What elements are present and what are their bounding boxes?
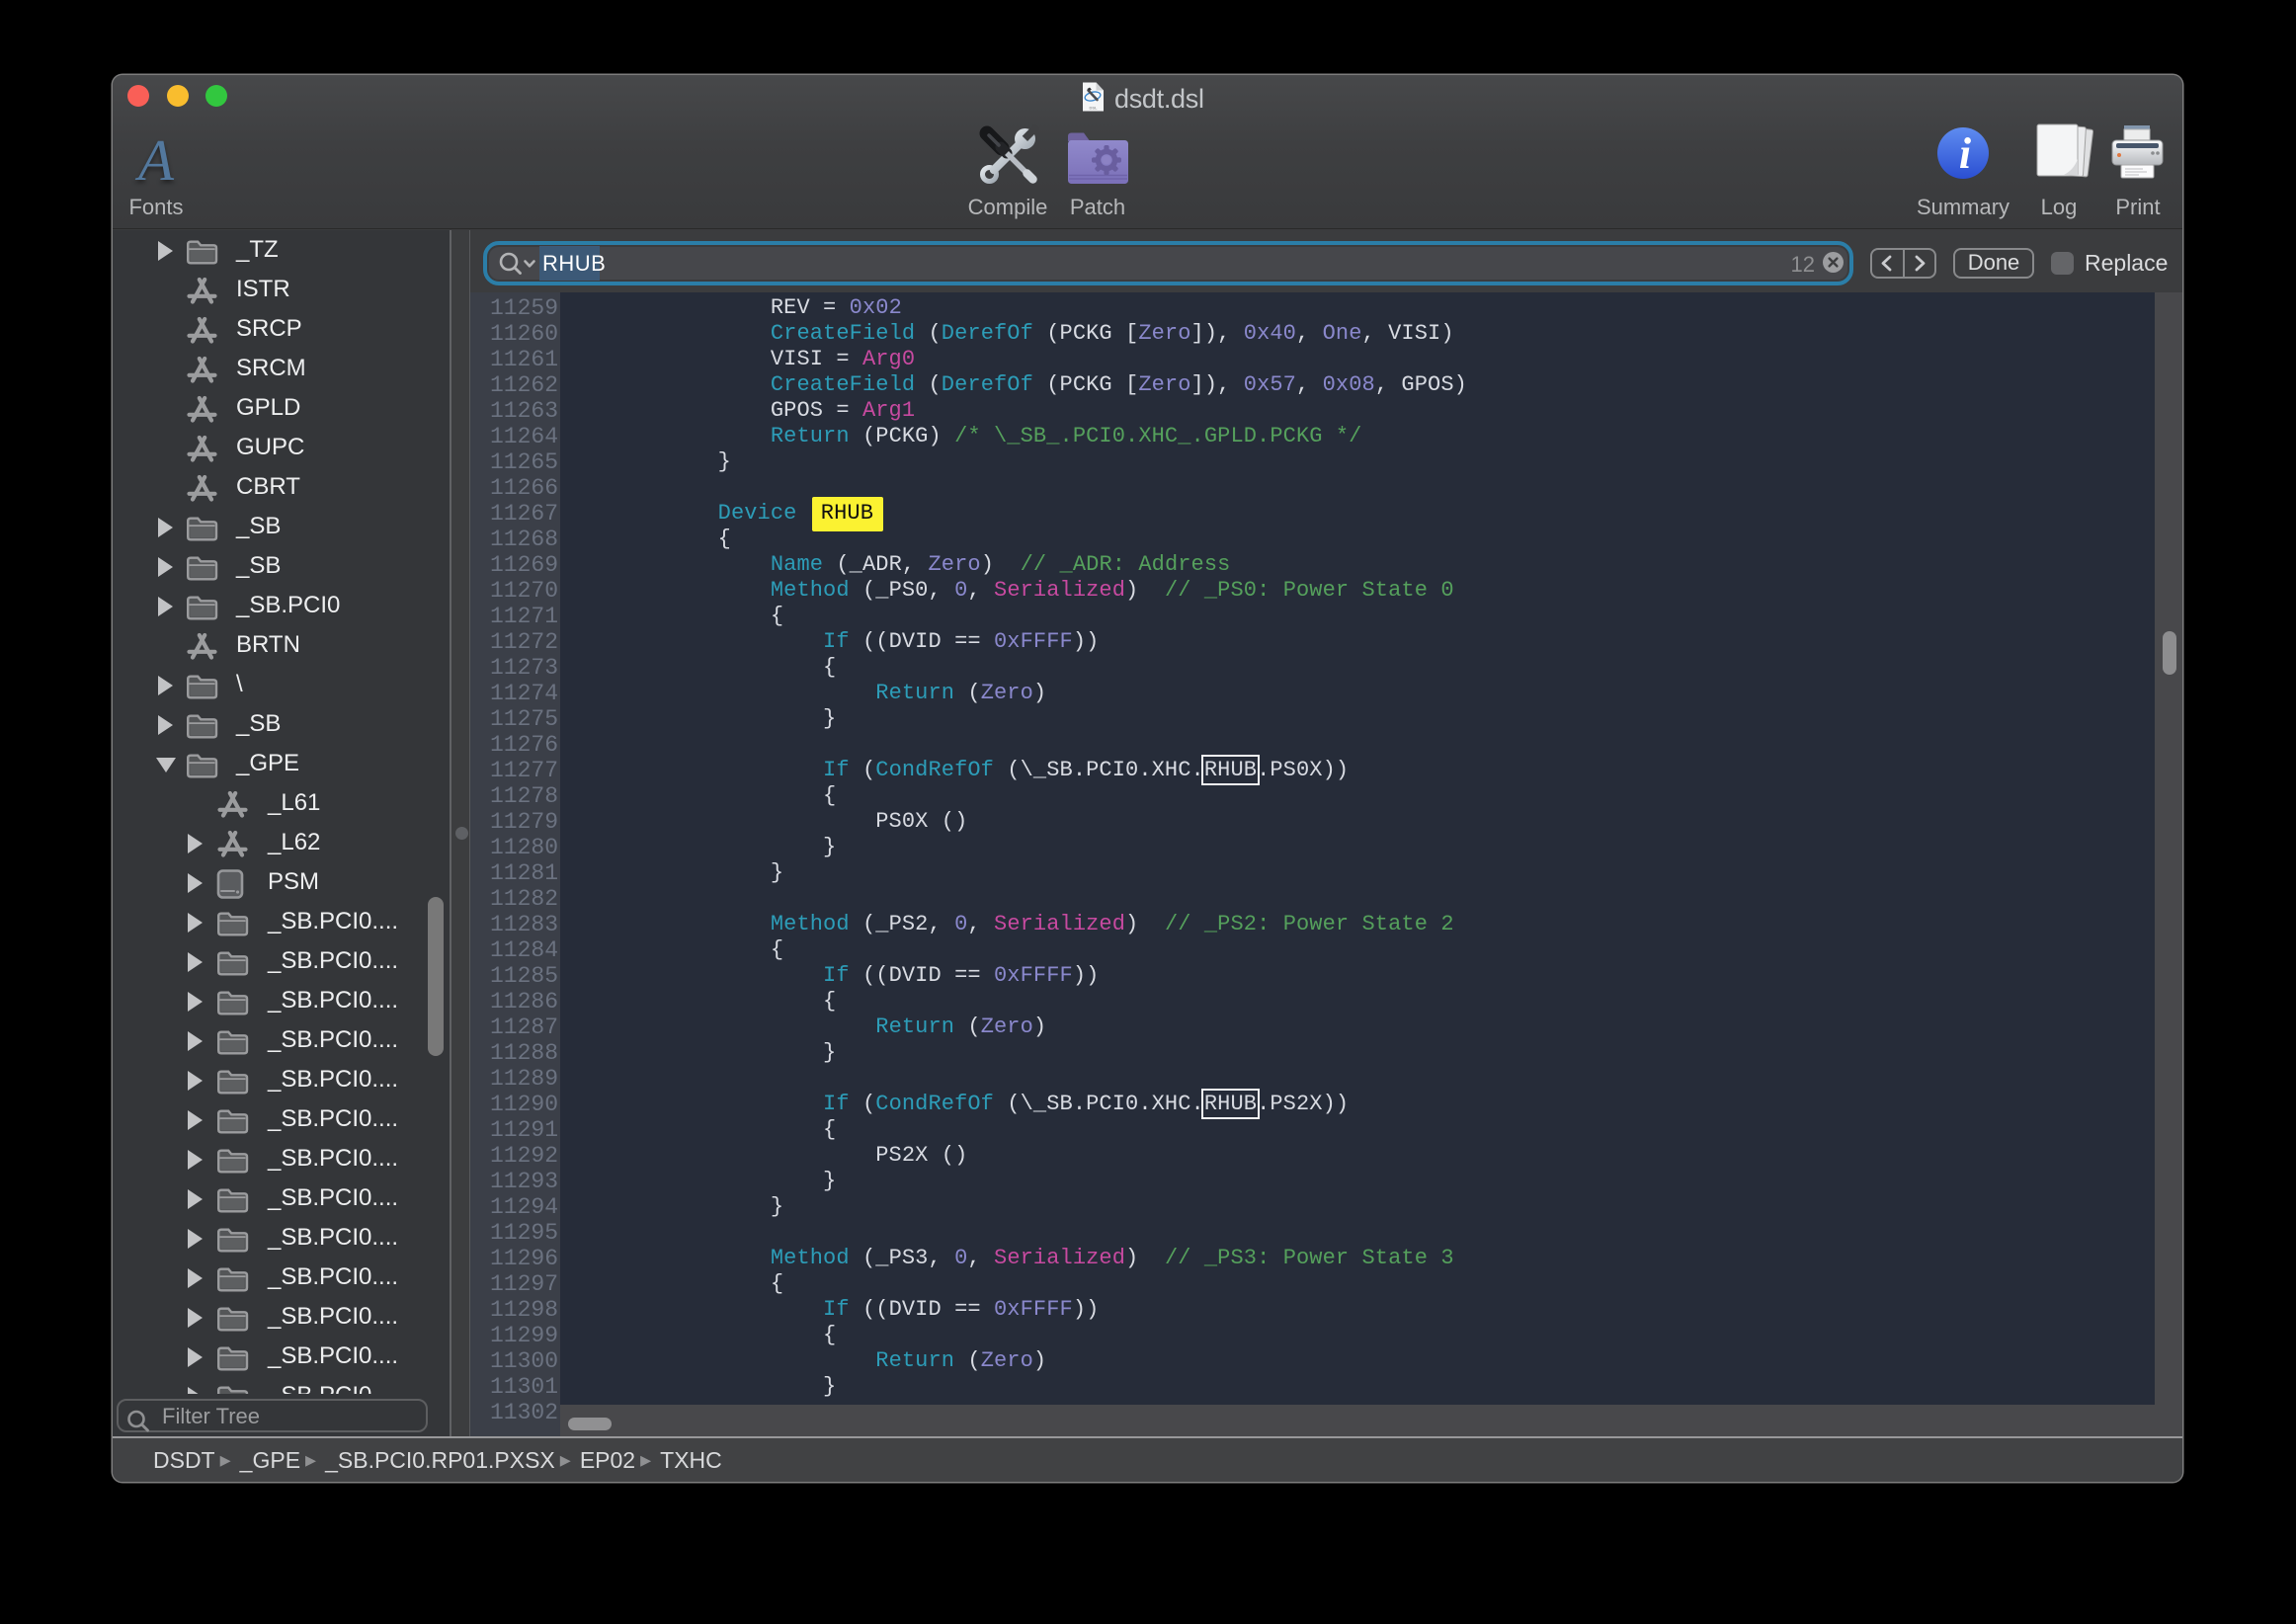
svg-text:DSL: DSL bbox=[1090, 106, 1099, 111]
svg-text:i: i bbox=[1959, 129, 1972, 178]
